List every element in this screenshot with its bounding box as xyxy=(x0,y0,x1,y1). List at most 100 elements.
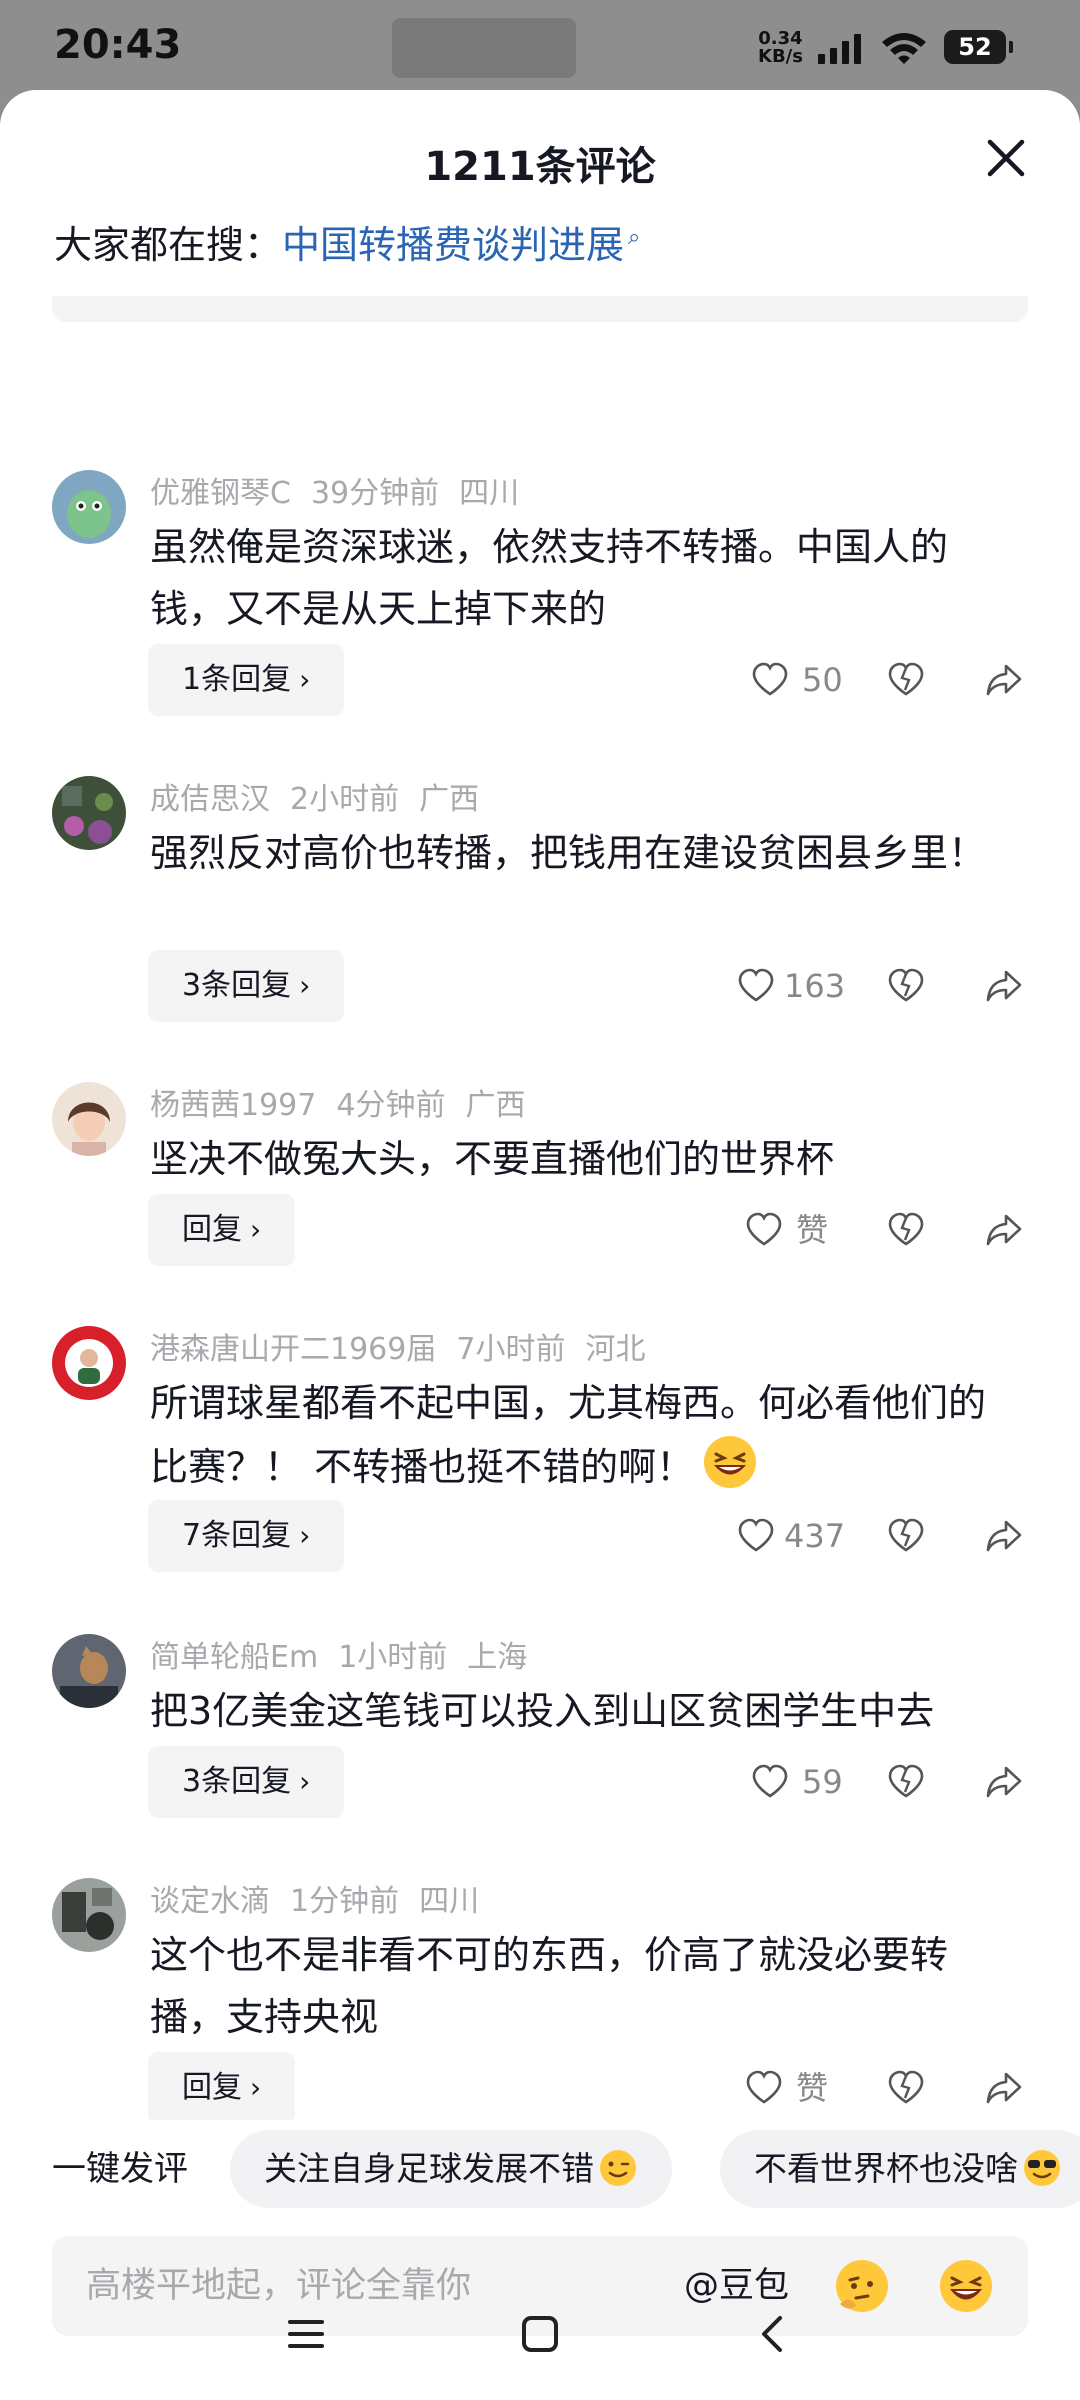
home-icon[interactable] xyxy=(518,2312,562,2356)
heart-icon xyxy=(752,1764,788,1798)
share-icon[interactable] xyxy=(984,1762,1024,1802)
sunglasses-emoji-icon xyxy=(1024,2150,1060,2186)
search-icon: ⌕ xyxy=(628,225,641,251)
view-replies-button[interactable]: 1条回复 › xyxy=(148,644,345,716)
heart-icon xyxy=(752,662,788,696)
status-bar: 20:43 0.34 KB/s 52 xyxy=(0,0,1080,92)
comment-count-title: 1211条评论 xyxy=(424,144,656,190)
heart-icon xyxy=(746,1212,782,1246)
signal-icon xyxy=(818,34,861,64)
wink-emoji-icon xyxy=(600,2150,636,2186)
comment-list[interactable]: 优雅钢琴C 39分钟前 四川 虽然俺是资深球迷，依然支持不转播。中国人的钱，又不是从… xyxy=(0,380,1080,2120)
heart-icon xyxy=(746,2070,782,2104)
like-button[interactable]: 59 xyxy=(720,1746,880,1818)
close-icon[interactable] xyxy=(978,130,1034,186)
like-button[interactable]: 赞 xyxy=(720,1194,880,1266)
avatar[interactable] xyxy=(52,1878,126,1952)
comment-username[interactable]: 优雅钢琴C xyxy=(150,476,291,511)
dislike-heart-icon[interactable] xyxy=(886,966,926,1006)
comment-location: 上海 xyxy=(467,1640,528,1675)
comment-sheet: 1211条评论 大家都在搜：中国转播费谈判进展 ⌕ 优雅钢琴C 39分钟前 四川 虽然… xyxy=(0,90,1080,2400)
like-count: 59 xyxy=(802,1763,843,1801)
avatar[interactable] xyxy=(52,1634,126,1708)
share-icon[interactable] xyxy=(984,966,1024,1006)
quick-reply-chip-text: 不看世界杯也没啥 xyxy=(754,2149,1018,2188)
reply-count-label: 1条回复 xyxy=(182,662,292,697)
share-icon[interactable] xyxy=(984,1516,1024,1556)
reply-count-label: 3条回复 xyxy=(182,968,292,1003)
like-button[interactable]: 163 xyxy=(720,950,880,1022)
comment-location: 广西 xyxy=(465,1088,526,1123)
comment-time: 2小时前 xyxy=(290,782,400,817)
quick-reply-bar: 一键发评 关注自身足球发展不错 不看世界杯也没啥 xyxy=(0,2130,1080,2208)
quick-reply-chip[interactable]: 不看世界杯也没啥 xyxy=(720,2130,1080,2208)
like-count: 163 xyxy=(784,967,846,1005)
avatar[interactable] xyxy=(52,470,126,544)
comment-actions: 50 xyxy=(720,644,1040,716)
comment-time: 39分钟前 xyxy=(310,476,440,511)
like-count: 赞 xyxy=(796,1211,829,1249)
chevron-right-icon: › xyxy=(299,663,311,696)
comment-actions: 赞 xyxy=(720,1194,1040,1266)
like-count: 50 xyxy=(802,661,843,699)
view-replies-button[interactable]: 3条回复 › xyxy=(148,1746,345,1818)
dislike-heart-icon[interactable] xyxy=(886,1210,926,1250)
view-replies-button[interactable]: 7条回复 › xyxy=(148,1500,345,1572)
like-button[interactable]: 437 xyxy=(720,1500,880,1572)
comment-location: 河北 xyxy=(585,1332,646,1367)
quick-reply-chip[interactable]: 关注自身足球发展不错 xyxy=(230,2130,672,2208)
dislike-heart-icon[interactable] xyxy=(886,660,926,700)
comment-location: 四川 xyxy=(459,476,520,511)
status-time: 20:43 xyxy=(54,22,182,68)
view-replies-button[interactable]: 3条回复 › xyxy=(148,950,345,1022)
reply-button[interactable]: 回复 › xyxy=(148,2052,296,2120)
share-icon[interactable] xyxy=(984,2068,1024,2108)
chevron-right-icon: › xyxy=(250,2071,262,2104)
comment-username[interactable]: 简单轮船Em xyxy=(150,1640,318,1675)
hot-search-link[interactable]: 中国转播费谈判进展 xyxy=(282,223,624,267)
battery-indicator: 52 xyxy=(944,30,1013,64)
like-count: 437 xyxy=(784,1517,846,1555)
like-button[interactable]: 50 xyxy=(720,644,880,716)
comment-location: 广西 xyxy=(419,782,480,817)
comment-username[interactable]: 港森唐山开二1969届 xyxy=(150,1332,436,1367)
share-icon[interactable] xyxy=(984,1210,1024,1250)
system-nav-bar xyxy=(0,2278,1080,2400)
menu-icon[interactable] xyxy=(284,2312,328,2356)
comment-meta: 优雅钢琴C 39分钟前 四川 xyxy=(150,468,539,512)
collapsed-card-edge xyxy=(52,296,1028,322)
back-icon[interactable] xyxy=(752,2312,796,2356)
dislike-heart-icon[interactable] xyxy=(886,1516,926,1556)
comment-text: 虽然俺是资深球迷，依然支持不转播。中国人的钱，又不是从天上掉下来的 xyxy=(150,525,949,631)
like-count: 赞 xyxy=(796,2069,829,2107)
reply-button[interactable]: 回复 › xyxy=(148,1194,296,1266)
reply-count-label: 7条回复 xyxy=(182,1518,292,1553)
avatar[interactable] xyxy=(52,1326,126,1400)
comment-time: 7小时前 xyxy=(456,1332,566,1367)
reply-label: 回复 xyxy=(182,1212,242,1247)
quick-reply-label: 一键发评 xyxy=(52,2149,188,2189)
hot-search-label: 大家都在搜： xyxy=(54,223,283,267)
comment-text: 坚决不做冤大头，不要直播他们的世界杯 xyxy=(150,1137,835,1181)
comment-text: 这个也不是非看不可的东西，价高了就没必要转播，支持央视 xyxy=(150,1933,949,2039)
chevron-right-icon: › xyxy=(299,969,311,1002)
share-icon[interactable] xyxy=(984,660,1024,700)
dislike-heart-icon[interactable] xyxy=(886,1762,926,1802)
comment-text: 把3亿美金这笔钱可以投入到山区贫困学生中去 xyxy=(150,1689,935,1733)
comment-actions: 163 xyxy=(720,950,1040,1022)
comment-meta: 港森唐山开二1969届 7小时前 河北 xyxy=(150,1324,665,1368)
laughing-emoji-icon xyxy=(704,1436,757,1488)
comment-username[interactable]: 杨茜茜1997 xyxy=(150,1088,316,1123)
avatar[interactable] xyxy=(52,776,126,850)
comment-text: 所谓球星都看不起中国，尤其梅西。何必看他们的比赛？！ 不转播也挺不错的啊！ xyxy=(150,1372,1020,1498)
comment-username[interactable]: 谈定水滴 xyxy=(150,1884,270,1919)
heart-icon xyxy=(738,1518,774,1552)
like-button[interactable]: 赞 xyxy=(720,2052,880,2120)
hot-search-bar[interactable]: 大家都在搜：中国转播费谈判进展 ⌕ xyxy=(54,214,640,269)
comment-username[interactable]: 成佶思汉 xyxy=(150,782,270,817)
chevron-right-icon: › xyxy=(299,1519,311,1552)
reply-label: 回复 xyxy=(182,2070,242,2105)
avatar[interactable] xyxy=(52,1082,126,1156)
quick-reply-chip-text: 关注自身足球发展不错 xyxy=(264,2149,594,2188)
dislike-heart-icon[interactable] xyxy=(886,2068,926,2108)
